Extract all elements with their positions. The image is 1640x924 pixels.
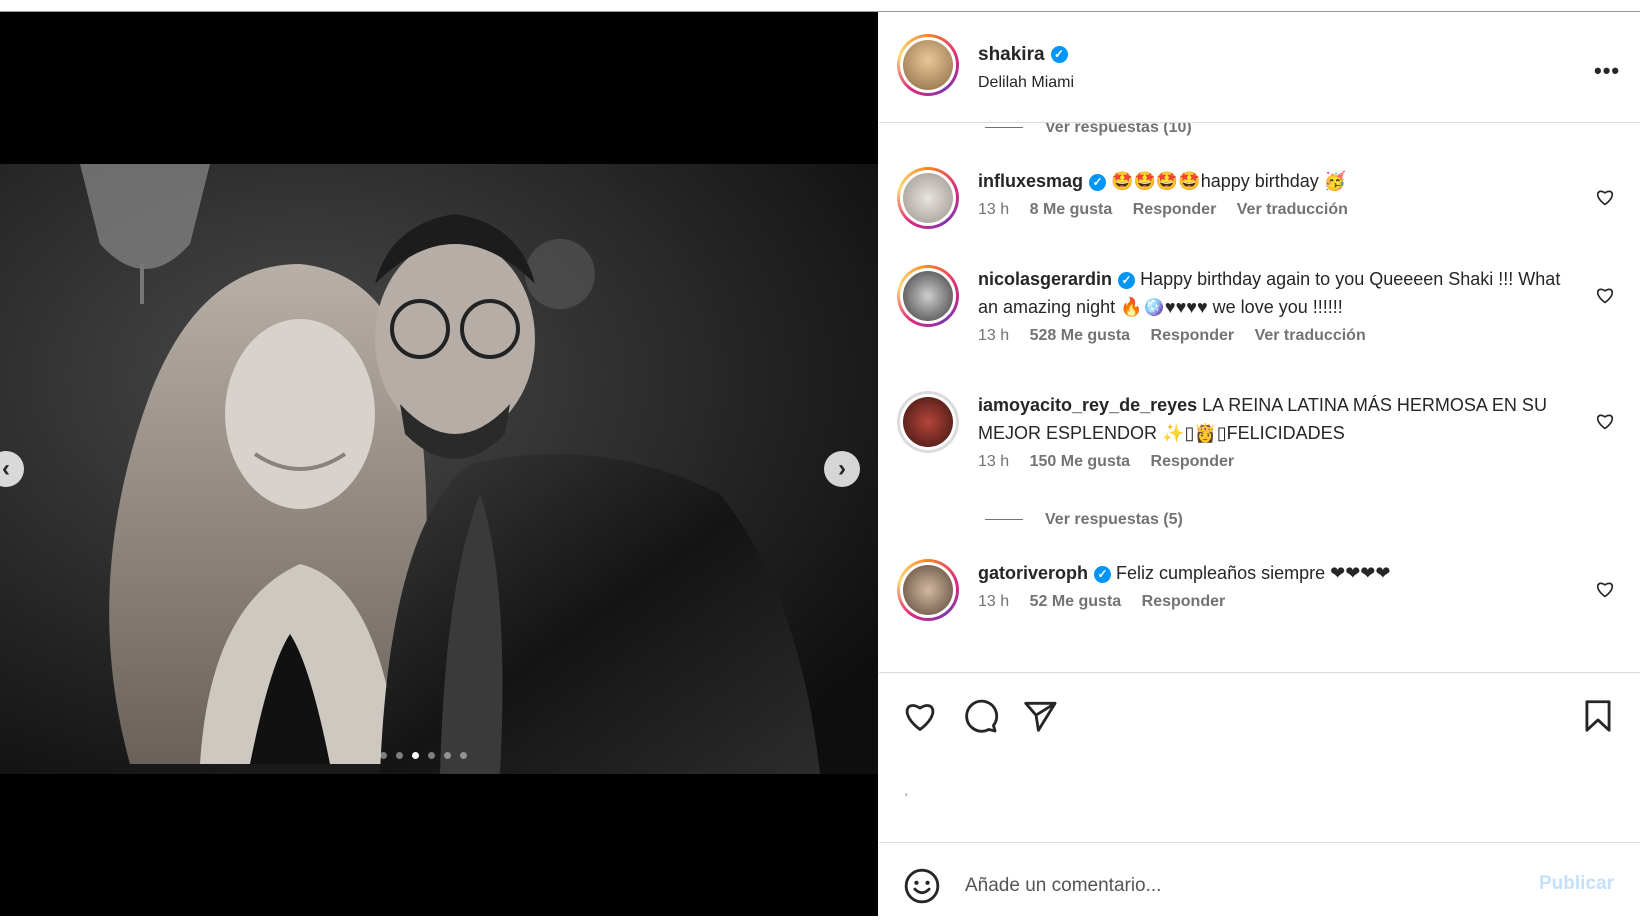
comment-like-heart-icon[interactable] [1595, 579, 1615, 599]
comment-likes[interactable]: 52 Me gusta [1030, 593, 1122, 610]
post-location[interactable]: Delilah Miami [978, 74, 1074, 92]
bookmark-icon[interactable] [1579, 697, 1617, 735]
verified-badge-icon: ✓ [1094, 565, 1112, 583]
add-comment-bar: Publicar [879, 842, 1640, 917]
translate-button[interactable]: Ver traducción [1255, 327, 1366, 344]
owner-avatar[interactable] [897, 34, 959, 96]
post-media: ‹ › [0, 12, 878, 916]
carousel-indicator [380, 752, 467, 759]
comment-time[interactable]: 13 h [978, 327, 1009, 344]
comment-likes[interactable]: 528 Me gusta [1030, 327, 1130, 344]
post-photo [0, 164, 878, 774]
replies-line [985, 519, 1023, 521]
comment-like-heart-icon[interactable] [1595, 187, 1615, 207]
carousel-dot [428, 752, 435, 759]
comments-list: Ver respuestas (10) influxesmag ✓ 🤩🤩🤩🤩hap… [879, 123, 1640, 681]
comment-meta: 13 h 8 Me gusta Responder Ver traducción [978, 201, 1578, 219]
translate-button[interactable]: Ver traducción [1237, 201, 1348, 218]
view-replies-button[interactable]: Ver respuestas (10) [985, 123, 1192, 137]
emoji-icon[interactable] [903, 867, 941, 905]
post-header: shakira ✓ Delilah Miami ••• [879, 12, 1640, 123]
comment-like-heart-icon[interactable] [1595, 285, 1615, 305]
post-side-panel: shakira ✓ Delilah Miami ••• Ver respuesta… [879, 12, 1640, 916]
comment-time[interactable]: 13 h [978, 453, 1009, 470]
comment-username[interactable]: gatoriveroph [978, 563, 1088, 583]
tiny-mark: ' [905, 791, 908, 805]
comment-username[interactable]: influxesmag [978, 171, 1083, 191]
publish-button[interactable]: Publicar [1539, 873, 1614, 895]
reply-button[interactable]: Responder [1151, 453, 1235, 470]
verified-badge-icon: ✓ [1089, 173, 1107, 191]
comment-text: Feliz cumpleaños siempre ❤❤❤❤ [1116, 563, 1391, 583]
post-actions-bar: ' [879, 672, 1640, 843]
comment-meta: 13 h 52 Me gusta Responder [978, 593, 1578, 611]
comment-like-heart-icon[interactable] [1595, 411, 1615, 431]
view-replies-label: Ver respuestas (10) [1045, 123, 1192, 136]
commenter-avatar[interactable] [897, 265, 959, 327]
carousel-dot-active [412, 752, 419, 759]
verified-badge-icon: ✓ [1118, 271, 1136, 289]
reply-button[interactable]: Responder [1151, 327, 1235, 344]
comment-text: 🤩🤩🤩🤩happy birthday 🥳 [1111, 171, 1347, 191]
commenter-avatar[interactable] [897, 391, 959, 453]
next-photo-button[interactable]: › [824, 451, 860, 487]
comment-time[interactable]: 13 h [978, 201, 1009, 218]
comment-username[interactable]: nicolasgerardin [978, 269, 1112, 289]
replies-line [985, 127, 1023, 129]
carousel-dot [396, 752, 403, 759]
comment-likes[interactable]: 150 Me gusta [1030, 453, 1130, 470]
carousel-dot [444, 752, 451, 759]
view-replies-button[interactable]: Ver respuestas (5) [985, 511, 1183, 529]
comment-likes[interactable]: 8 Me gusta [1030, 201, 1113, 218]
carousel-dot [380, 752, 387, 759]
reply-button[interactable]: Responder [1142, 593, 1226, 610]
comment-meta: 13 h 150 Me gusta Responder [978, 453, 1578, 471]
verified-badge-icon: ✓ [1050, 46, 1068, 64]
send-icon[interactable] [1021, 697, 1059, 735]
comment-icon[interactable] [961, 697, 999, 735]
comment-meta: 13 h 528 Me gusta Responder Ver traducci… [978, 327, 1578, 345]
heart-icon[interactable] [901, 697, 939, 735]
commenter-avatar[interactable] [897, 559, 959, 621]
comment-username[interactable]: iamoyacito_rey_de_reyes [978, 395, 1197, 415]
more-options-icon[interactable]: ••• [1594, 58, 1620, 84]
commenter-avatar[interactable] [897, 167, 959, 229]
view-replies-label: Ver respuestas (5) [1045, 511, 1183, 528]
carousel-dot [460, 752, 467, 759]
owner-username[interactable]: shakira [978, 44, 1045, 65]
add-comment-input[interactable] [963, 865, 1487, 907]
reply-button[interactable]: Responder [1133, 201, 1217, 218]
comment-time[interactable]: 13 h [978, 593, 1009, 610]
